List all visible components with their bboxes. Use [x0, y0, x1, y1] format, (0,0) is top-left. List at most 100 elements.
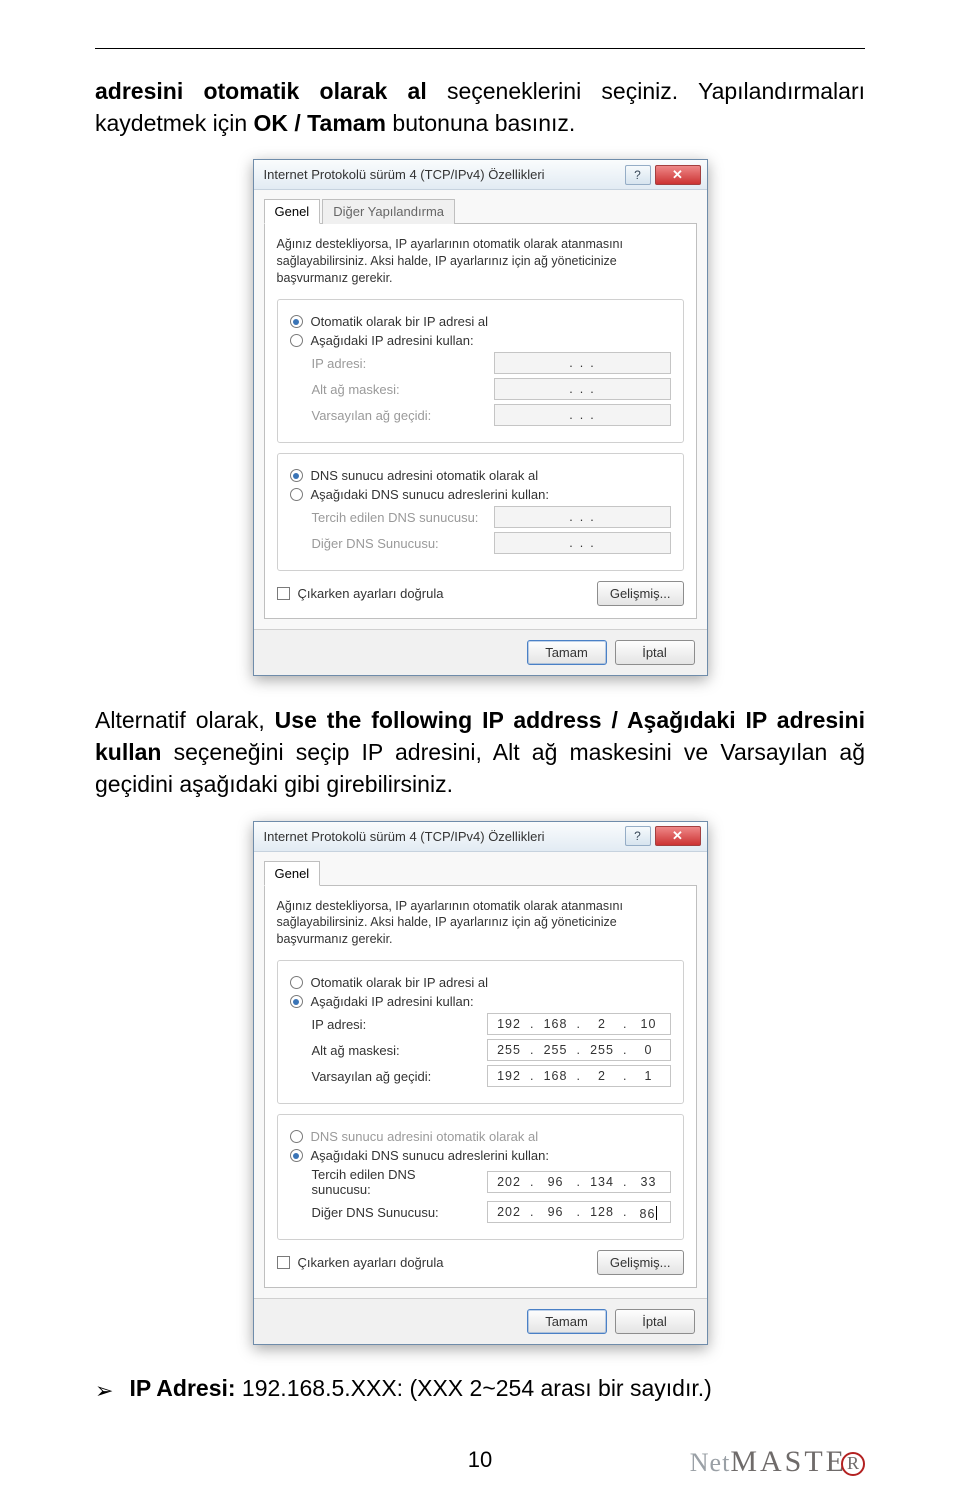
tab-general[interactable]: Genel	[264, 199, 321, 224]
ip-octet: 202	[494, 1175, 524, 1189]
ip-octet: 255	[541, 1043, 571, 1057]
checkbox-validate[interactable]	[277, 1256, 290, 1269]
radio-dns-manual-label: Aşağıdaki DNS sunucu adreslerini kullan:	[311, 1148, 549, 1163]
cancel-button[interactable]: İptal	[615, 1309, 695, 1334]
input-ip: ...	[494, 352, 671, 374]
ip-octet: 255	[494, 1043, 524, 1057]
logo-master: MASTE	[730, 1445, 847, 1479]
paragraph-2: Alternatif olarak, Use the following IP …	[95, 704, 865, 801]
netmaster-logo: NetMASTER	[690, 1445, 865, 1479]
ip-octet: 192	[494, 1069, 524, 1083]
radio-dns-manual[interactable]	[290, 488, 303, 501]
input-dns1: ...	[494, 506, 671, 528]
ip-octet-val: 86	[640, 1207, 656, 1221]
tcpip-dialog-auto: Internet Protokolü sürüm 4 (TCP/IPv4) Öz…	[253, 159, 708, 676]
bullet-icon: ➢	[95, 1380, 113, 1402]
help-button[interactable]: ?	[625, 165, 651, 185]
tcpip-dialog-manual: Internet Protokolü sürüm 4 (TCP/IPv4) Öz…	[253, 821, 708, 1346]
ip-octet: 192	[494, 1017, 524, 1031]
checkbox-validate-label: Çıkarken ayarları doğrula	[298, 1255, 444, 1270]
radio-dns-auto-label: DNS sunucu adresini otomatik olarak al	[311, 1129, 539, 1144]
dialog-title: Internet Protokolü sürüm 4 (TCP/IPv4) Öz…	[264, 167, 545, 182]
radio-ip-manual[interactable]	[290, 995, 303, 1008]
page-number: 10	[468, 1447, 492, 1473]
ip-octet: 86	[634, 1204, 664, 1221]
input-gw: ...	[494, 404, 671, 426]
label-gw: Varsayılan ağ geçidi:	[312, 1069, 476, 1084]
checkbox-validate-label: Çıkarken ayarları doğrula	[298, 586, 444, 601]
ip-octet: 2	[587, 1069, 617, 1083]
radio-ip-auto[interactable]	[290, 976, 303, 989]
input-dns2: ...	[494, 532, 671, 554]
ip-octet: 1	[634, 1069, 664, 1083]
radio-dns-auto-label: DNS sunucu adresini otomatik olarak al	[311, 468, 539, 483]
radio-ip-auto[interactable]	[290, 315, 303, 328]
bullet-label: IP Adresi:	[129, 1375, 235, 1401]
bullet-ip-adresi: ➢ IP Adresi: 192.168.5.XXX: (XXX 2~254 a…	[95, 1375, 865, 1402]
cancel-button[interactable]: İptal	[615, 640, 695, 665]
input-mask[interactable]: 255. 255. 255. 0	[487, 1039, 670, 1061]
input-dns2[interactable]: 202. 96. 128. 86	[487, 1201, 670, 1223]
label-mask: Alt ağ maskesi:	[312, 1043, 476, 1058]
tabs: Genel	[264, 860, 697, 886]
top-rule	[95, 48, 865, 49]
titlebar: Internet Protokolü sürüm 4 (TCP/IPv4) Öz…	[254, 822, 707, 852]
ok-button[interactable]: Tamam	[527, 640, 607, 665]
input-gw[interactable]: 192. 168. 2. 1	[487, 1065, 670, 1087]
radio-ip-auto-label: Otomatik olarak bir IP adresi al	[311, 314, 489, 329]
p2-pre: Alternatif olarak,	[95, 707, 275, 733]
titlebar: Internet Protokolü sürüm 4 (TCP/IPv4) Öz…	[254, 160, 707, 190]
bullet-value: 192.168.5.XXX: (XXX 2~254 arası bir sayı…	[236, 1375, 712, 1401]
close-button[interactable]: ✕	[655, 826, 701, 846]
ip-octet: 202	[494, 1205, 524, 1219]
radio-dns-auto	[290, 1130, 303, 1143]
ip-octet: 128	[587, 1205, 617, 1219]
tab-general[interactable]: Genel	[264, 861, 321, 886]
logo-net: Net	[690, 1448, 731, 1478]
radio-ip-manual-label: Aşağıdaki IP adresini kullan:	[311, 994, 474, 1009]
label-dns1: Tercih edilen DNS sunucusu:	[312, 510, 482, 525]
advanced-button[interactable]: Gelişmiş...	[597, 581, 684, 606]
label-dns2: Diğer DNS Sunucusu:	[312, 1205, 476, 1220]
label-ip: IP adresi:	[312, 1017, 476, 1032]
ok-button[interactable]: Tamam	[527, 1309, 607, 1334]
p1-bold: adresini otomatik olarak al	[95, 78, 427, 104]
close-button[interactable]: ✕	[655, 165, 701, 185]
checkbox-validate[interactable]	[277, 587, 290, 600]
logo-r: R	[841, 1452, 865, 1476]
ip-octet: 134	[587, 1175, 617, 1189]
radio-dns-auto[interactable]	[290, 469, 303, 482]
ip-octet: 96	[541, 1205, 571, 1219]
ip-octet: 168	[541, 1069, 571, 1083]
radio-dns-manual[interactable]	[290, 1149, 303, 1162]
radio-ip-manual[interactable]	[290, 334, 303, 347]
label-gw: Varsayılan ağ geçidi:	[312, 408, 482, 423]
advanced-button[interactable]: Gelişmiş...	[597, 1250, 684, 1275]
dialog-title: Internet Protokolü sürüm 4 (TCP/IPv4) Öz…	[264, 829, 545, 844]
intro-text: Ağınız destekliyorsa, IP ayarlarının oto…	[277, 898, 684, 949]
radio-ip-manual-label: Aşağıdaki IP adresini kullan:	[311, 333, 474, 348]
tab-alt-config[interactable]: Diğer Yapılandırma	[322, 199, 455, 224]
tabs: Genel Diğer Yapılandırma	[264, 198, 697, 224]
p2-post: seçeneğini seçip IP adresini, Alt ağ mas…	[95, 739, 865, 797]
input-dns1[interactable]: 202. 96. 134. 33	[487, 1171, 670, 1193]
ip-octet: 168	[541, 1017, 571, 1031]
p1-ok: OK / Tamam	[254, 110, 387, 136]
ip-octet: 255	[587, 1043, 617, 1057]
label-ip: IP adresi:	[312, 356, 482, 371]
paragraph-1: adresini otomatik olarak al seçeneklerin…	[95, 75, 865, 139]
p1-tail: butonuna basınız.	[386, 110, 575, 136]
ip-octet: 2	[587, 1017, 617, 1031]
label-mask: Alt ağ maskesi:	[312, 382, 482, 397]
radio-ip-auto-label: Otomatik olarak bir IP adresi al	[311, 975, 489, 990]
help-button[interactable]: ?	[625, 826, 651, 846]
input-ip[interactable]: 192. 168. 2. 10	[487, 1013, 670, 1035]
input-mask: ...	[494, 378, 671, 400]
ip-octet: 33	[634, 1175, 664, 1189]
radio-dns-manual-label: Aşağıdaki DNS sunucu adreslerini kullan:	[311, 487, 549, 502]
ip-octet: 10	[634, 1017, 664, 1031]
ip-octet: 0	[634, 1043, 664, 1057]
ip-octet: 96	[541, 1175, 571, 1189]
label-dns2: Diğer DNS Sunucusu:	[312, 536, 482, 551]
intro-text: Ağınız destekliyorsa, IP ayarlarının oto…	[277, 236, 684, 287]
